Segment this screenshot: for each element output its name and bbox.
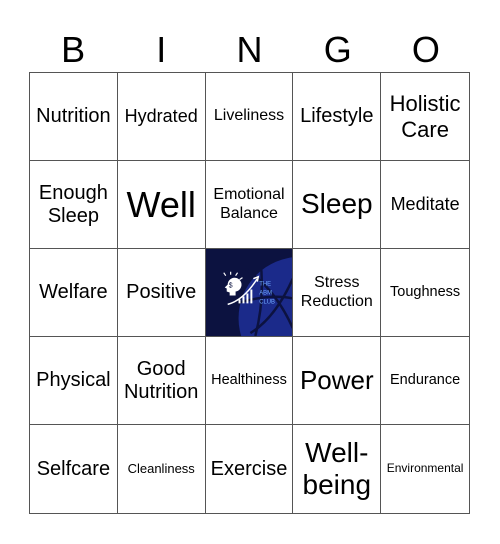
bingo-cell[interactable]: Physical [30,337,118,425]
header-letter-o: O [411,29,440,70]
bingo-cell[interactable]: Power [293,337,382,425]
bingo-header: B I N G O [29,28,470,72]
bingo-cell[interactable]: Healthiness [205,337,294,425]
logo-text-abm: ABM [259,290,272,296]
bingo-cell[interactable]: Positive [117,249,206,337]
abm-club-logo-icon: $ THE ABM CLUB [205,249,293,336]
bingo-cell[interactable]: Selfcare [30,425,118,513]
bingo-cell[interactable]: Nutrition [30,73,118,161]
header-letter-g: G [323,29,352,70]
bingo-cell[interactable]: Good Nutrition [117,337,206,425]
free-space[interactable]: $ THE ABM CLUB [205,249,294,337]
bingo-cell[interactable]: Endurance [381,337,469,425]
bingo-cell[interactable]: Well-being [293,425,382,513]
bingo-cell[interactable]: Emotional Balance [205,161,294,249]
bingo-cell[interactable]: Toughness [381,249,469,337]
bingo-cell[interactable]: Meditate [381,161,469,249]
svg-text:$: $ [228,283,232,290]
logo-text-the: THE [259,282,271,288]
bingo-cell[interactable]: Lifestyle [293,73,382,161]
bingo-cell[interactable]: Holistic Care [381,73,469,161]
bingo-cell[interactable]: Stress Reduction [293,249,382,337]
bingo-cell[interactable]: Liveliness [205,73,294,161]
bingo-cell[interactable]: Well [117,161,206,249]
header-letter-n: N [236,29,263,70]
bingo-cell[interactable]: Environmental [381,425,469,513]
bingo-cell[interactable]: Hydrated [117,73,206,161]
logo-text-club: CLUB [259,299,275,305]
header-letter-i: I [156,29,167,70]
bingo-cell[interactable]: Exercise [206,425,294,513]
bingo-cell[interactable]: Sleep [293,161,382,249]
header-letter-b: B [61,29,86,70]
bingo-cell[interactable]: Welfare [30,249,118,337]
bingo-grid: Nutrition Hydrated Liveliness Lifestyle … [29,72,470,514]
bingo-cell[interactable]: Enough Sleep [30,161,118,249]
bingo-cell[interactable]: Cleanliness [118,425,206,513]
